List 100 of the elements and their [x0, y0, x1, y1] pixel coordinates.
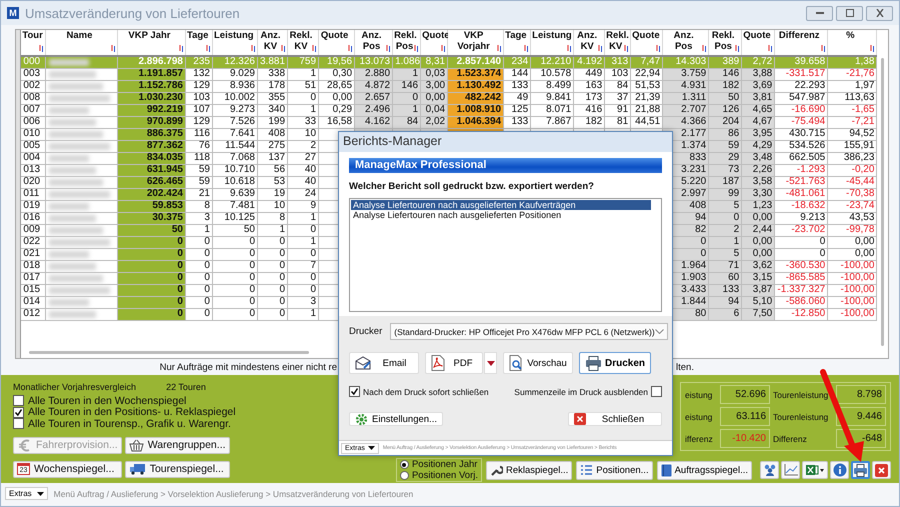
table-row[interactable]: 002 1.152.786 129 8.936 178 51 28,65 4.872 146 3,00 1.130.492 133 8.499 163 84 51,53 4.931 182 3,69 22.293 1,97 — [21, 80, 877, 92]
panel-button[interactable]: Warengruppen... — [124, 436, 230, 454]
dropdown-button[interactable] — [484, 352, 497, 374]
checkbox-label[interactable]: Summenzeile im Druck ausblenden — [514, 386, 648, 396]
radio-button[interactable] — [400, 471, 409, 480]
table-cell: 7 — [288, 260, 319, 272]
checkbox[interactable] — [13, 418, 24, 430]
column-header[interactable]: Rekl. KV — [288, 30, 319, 56]
table-cell: 3 — [185, 212, 212, 224]
report-item[interactable]: Analyse Liefertouren nach ausgelieferten Kaufverträgen — [351, 200, 651, 210]
checkbox-label[interactable]: Alle Touren in den Positions- u. Reklaspiegel — [28, 406, 236, 418]
column-header[interactable]: Tour — [21, 30, 46, 56]
table-cell: 39.658 — [774, 56, 828, 68]
table-row[interactable]: 003 1.191.857 132 9.029 338 1 0,30 2.880 1 0,03 1.523.374 144 10.578 449 103 22,94 3.759 146 3,88 -331.517 -21,76 — [21, 68, 877, 80]
tour-count: 22 Touren — [166, 382, 206, 392]
table-cell: 1,38 — [828, 56, 877, 68]
column-header[interactable]: VKP Jahr — [117, 30, 186, 56]
checkbox[interactable] — [13, 406, 24, 418]
table-cell: 1 — [288, 212, 319, 224]
table-cell: 8.071 — [530, 104, 574, 116]
panel-button[interactable]: Tourenspiegel... — [124, 460, 230, 478]
checkbox[interactable] — [349, 386, 360, 397]
table-cell: 202.424 — [117, 188, 186, 200]
column-header[interactable]: Differenz — [774, 30, 828, 56]
action-button[interactable]: Vorschau — [503, 352, 573, 374]
action-button[interactable]: PDF — [425, 352, 483, 374]
table-cell: 22.293 — [774, 80, 828, 92]
column-header[interactable]: Quote — [742, 30, 775, 56]
notice-text: Nur Aufträge mit mindestens einer nicht re — [160, 362, 337, 372]
maximize-button[interactable] — [836, 6, 863, 20]
column-header[interactable]: Anz. Pos — [662, 30, 709, 56]
blurred-text — [48, 274, 103, 282]
radio-label[interactable]: Positionen Jahr — [412, 459, 478, 470]
blurred-text — [48, 106, 89, 114]
close-dialog-button[interactable]: Schließen — [568, 412, 662, 426]
minimize-button[interactable] — [806, 6, 833, 20]
table-cell: -481.061 — [774, 188, 828, 200]
spreadsheet-button[interactable] — [802, 461, 828, 479]
table-cell: 1 — [288, 104, 319, 116]
checkbox-label[interactable]: Alle Touren in den Wochenspiegel — [28, 394, 186, 407]
print-button[interactable] — [851, 461, 870, 479]
table-cell: 355 — [258, 92, 288, 104]
close-button[interactable] — [872, 461, 891, 479]
column-header[interactable]: Rekl. KV — [604, 30, 631, 56]
blurred-text — [48, 142, 110, 150]
table-cell: 81 — [604, 116, 631, 128]
table-row[interactable]: 007 992.219 107 9.273 340 1 0,29 2.496 1 0,04 1.008.910 125 8.071 416 91 21,88 2.707 126 4,65 -16.690 -1,65 — [21, 104, 877, 116]
report-item[interactable]: Analyse Liefertouren nach ausgelieferten Positionen — [351, 210, 660, 220]
toolbar-button[interactable]: Positionen... — [576, 460, 653, 480]
action-button[interactable]: Email — [349, 352, 419, 374]
toolbar-button[interactable]: Auftragsspiegel... — [656, 460, 752, 480]
column-header[interactable]: Quote — [420, 30, 448, 56]
horizontal-scrollbar[interactable] — [29, 350, 310, 354]
table-cell: 0 — [212, 272, 258, 284]
table-cell: 004 — [21, 152, 46, 164]
column-header[interactable]: Quote — [318, 30, 355, 56]
sort-icon — [524, 45, 530, 52]
stat-label: Differenz — [773, 434, 808, 444]
toolbar-button[interactable]: Reklaspiegel... — [486, 460, 572, 480]
printer-dropdown[interactable]: (Standard-Drucker: HP Officejet Pro X476dw MFP PCL 6 (Netzwerk)) — [390, 323, 668, 340]
column-header[interactable]: Rekl. Pos — [708, 30, 742, 56]
table-cell: 11.544 — [212, 140, 258, 152]
checkbox[interactable] — [651, 386, 662, 397]
people-button[interactable] — [760, 461, 779, 479]
table-row[interactable]: 008 1.030.230 103 10.002 355 0 0,00 2.657 0 0,00 482.242 49 9.841 173 37 21,39 1.311 50 3,81 547.987 113,63 — [21, 92, 877, 104]
close-button[interactable] — [866, 6, 893, 20]
table-cell: 9.029 — [212, 68, 258, 80]
chart-button[interactable] — [781, 461, 800, 479]
table-cell: 408 — [258, 128, 288, 140]
table-cell: 10.125 — [212, 212, 258, 224]
checkbox-label[interactable]: Alle Touren in Tourensp., Grafik u. Warengr. — [28, 418, 231, 430]
column-header[interactable]: % — [828, 30, 877, 56]
column-header[interactable]: Leistung — [530, 30, 574, 56]
settings-button[interactable]: Einstellungen... — [349, 412, 443, 426]
checkbox-label[interactable]: Nach dem Druck sofort schließen — [363, 386, 489, 396]
radio-label[interactable]: Positionen Vorj. — [412, 470, 478, 481]
table-cell: 886.375 — [117, 128, 186, 140]
column-header[interactable]: Leistung — [212, 30, 258, 56]
table-row[interactable]: 006 970.899 129 7.526 199 33 16,58 4.162 84 2,02 1.046.394 133 7.867 182 81 44,51 4.366 204 4,67 -75.494 -7,21 — [21, 116, 877, 128]
action-button[interactable]: Drucken — [579, 352, 651, 374]
table-cell: 84 — [604, 80, 631, 92]
radio-button[interactable] — [400, 460, 409, 469]
table-cell: 199 — [258, 116, 288, 128]
info-button[interactable] — [830, 461, 849, 479]
checkbox[interactable] — [13, 395, 24, 406]
column-header[interactable]: VKP Vorjahr — [448, 30, 504, 56]
extras-dropdown[interactable]: Extras — [5, 487, 48, 500]
sort-icon — [656, 45, 662, 52]
table-cell: 51 — [288, 80, 319, 92]
column-header[interactable]: Rekl. Pos — [392, 30, 421, 56]
stat-label: eistung — [685, 412, 714, 422]
column-header[interactable]: Anz. Pos — [354, 30, 393, 56]
column-header[interactable]: Anz. KV — [258, 30, 288, 56]
column-header[interactable]: Tage — [504, 30, 531, 56]
column-header[interactable]: Name — [45, 30, 118, 56]
column-header[interactable]: Tage — [185, 30, 212, 56]
table-cell: -100,00 — [828, 272, 877, 284]
column-header[interactable]: Quote — [630, 30, 663, 56]
column-header[interactable]: Anz. KV — [574, 30, 605, 56]
vertical-scrollbar[interactable] — [881, 58, 884, 346]
